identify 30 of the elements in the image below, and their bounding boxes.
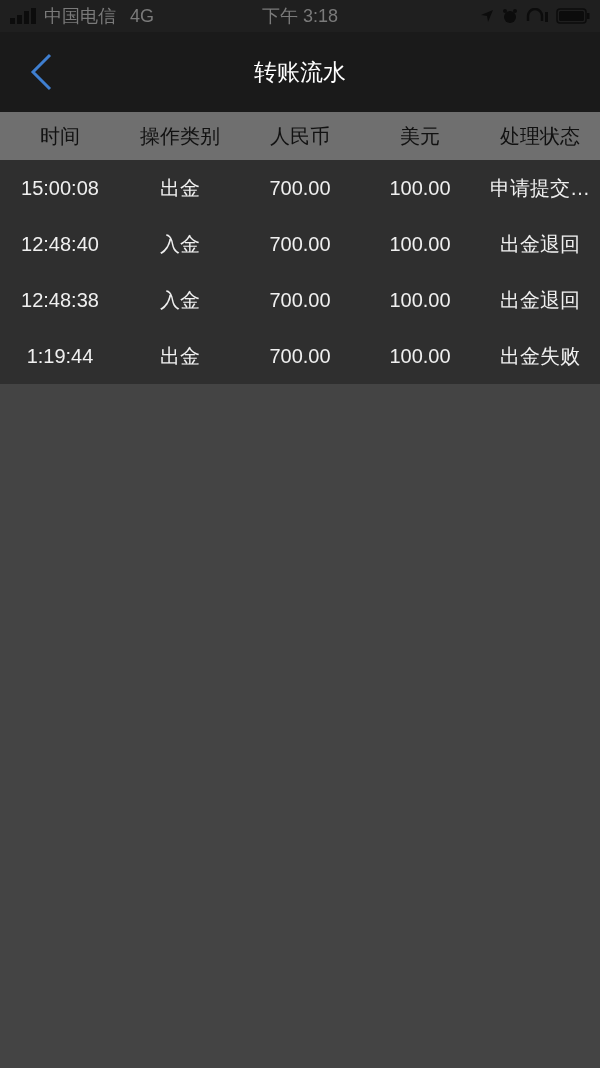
table-cell-text: 出金失败 <box>500 344 580 369</box>
table-cell-text: 700.00 <box>269 344 331 369</box>
column-header: 操作类别 <box>140 124 220 149</box>
table-cell-text: 出金退回 <box>500 288 580 313</box>
back-icon <box>30 53 52 91</box>
table-cell-text: 出金退回 <box>500 232 580 257</box>
column-header: 时间 <box>40 124 80 149</box>
table-cell-text: 出金 <box>160 176 200 201</box>
network-type: 4G <box>130 4 154 28</box>
table-cell-text: 入金 <box>160 288 200 313</box>
column-header: 美元 <box>400 124 440 149</box>
table-cell-text: 100.00 <box>389 344 451 369</box>
table-cell-text: 100.00 <box>389 288 451 313</box>
page-title: 转账流水 <box>254 57 346 87</box>
table-cell-text: 12:48:38 <box>21 288 99 313</box>
table-cell-text: 入金 <box>160 232 200 257</box>
table-cell-text: 700.00 <box>269 176 331 201</box>
table-cell-text: 15:00:08 <box>21 176 99 201</box>
table-cell-text: 700.00 <box>269 232 331 257</box>
table-cell-text: 申请提交… <box>490 176 590 201</box>
column-header: 处理状态 <box>500 124 580 149</box>
table-cell-text: 12:48:40 <box>21 232 99 257</box>
status-time: 下午 3:18 <box>262 4 338 28</box>
table-cell-text: 700.00 <box>269 288 331 313</box>
table-cell-text: 100.00 <box>389 232 451 257</box>
table-cell-text: 1:19:44 <box>26 344 94 369</box>
table-cell-text: 100.00 <box>389 176 451 201</box>
column-header: 人民币 <box>270 124 330 149</box>
table-cell-text: 出金 <box>160 344 200 369</box>
carrier-name: 中国电信 <box>44 4 116 28</box>
